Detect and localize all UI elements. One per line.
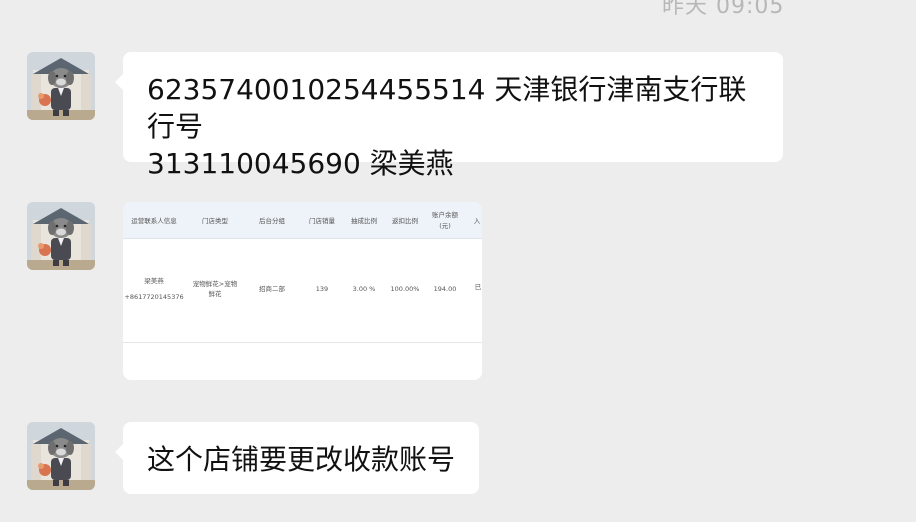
table-cell: 宠物鲜花>宠物 (192, 280, 238, 288)
table-header-cell: 门店销量 (309, 217, 335, 225)
sender-avatar[interactable] (27, 52, 95, 120)
table-header-cell: 后台分组 (259, 217, 285, 225)
dog-in-suit-avatar-icon (27, 422, 95, 490)
table-header-cell: (元) (439, 222, 451, 230)
table-header-cell: 入 (473, 217, 481, 225)
table-cell: 鲜花 (208, 290, 222, 298)
table-cell: 已 (474, 283, 482, 291)
table-row-divider (123, 342, 482, 343)
message-text-line: 313110045690 梁美燕 (147, 147, 454, 180)
table-cell: 139 (315, 285, 329, 293)
text-message-bubble[interactable]: 6235740010254455514 天津银行津南支行联行号 31311004… (115, 52, 783, 180)
text-message-bubble[interactable]: 这个店铺要更改收款账号 (115, 422, 479, 494)
table-cell: 100.00% (390, 285, 420, 293)
chat-window: 昨天 09:05 6235740010254455514 天津银行津南支行联行号… (0, 0, 916, 522)
message-text-line: 这个店铺要更改收款账号 (147, 443, 456, 476)
table-header-cell: 账户余额 (432, 211, 458, 219)
table-cell: 194.00 (433, 285, 457, 293)
image-message-thumbnail[interactable]: 运营联系人信息 门店类型 后台分组 门店销量 抽成比例 返扣比例 账户余额 (元… (123, 202, 482, 380)
sender-avatar[interactable] (27, 422, 95, 490)
dog-in-suit-avatar-icon (27, 52, 95, 120)
table-header-cell: 返扣比例 (392, 217, 418, 225)
table-header-cell: 抽成比例 (351, 217, 377, 225)
table-cell: 招商二部 (259, 285, 285, 293)
table-cell: +8617720145376 (124, 293, 184, 301)
table-cell: 3.00 % (352, 285, 376, 293)
table-header-cell: 运营联系人信息 (131, 217, 177, 225)
screenshot-table-image: 运营联系人信息 门店类型 后台分组 门店销量 抽成比例 返扣比例 账户余额 (元… (123, 202, 482, 380)
table-header-cell: 门店类型 (202, 217, 228, 225)
sender-avatar[interactable] (27, 202, 95, 270)
table-header-row: 运营联系人信息 门店类型 后台分组 门店销量 抽成比例 返扣比例 账户余额 (元… (123, 202, 482, 239)
message-text-line: 6235740010254455514 天津银行津南支行联行号 (147, 73, 747, 143)
dog-in-suit-avatar-icon (27, 202, 95, 270)
table-cell: 梁美燕 (144, 277, 164, 285)
message-timestamp: 昨天 09:05 (662, 0, 785, 19)
